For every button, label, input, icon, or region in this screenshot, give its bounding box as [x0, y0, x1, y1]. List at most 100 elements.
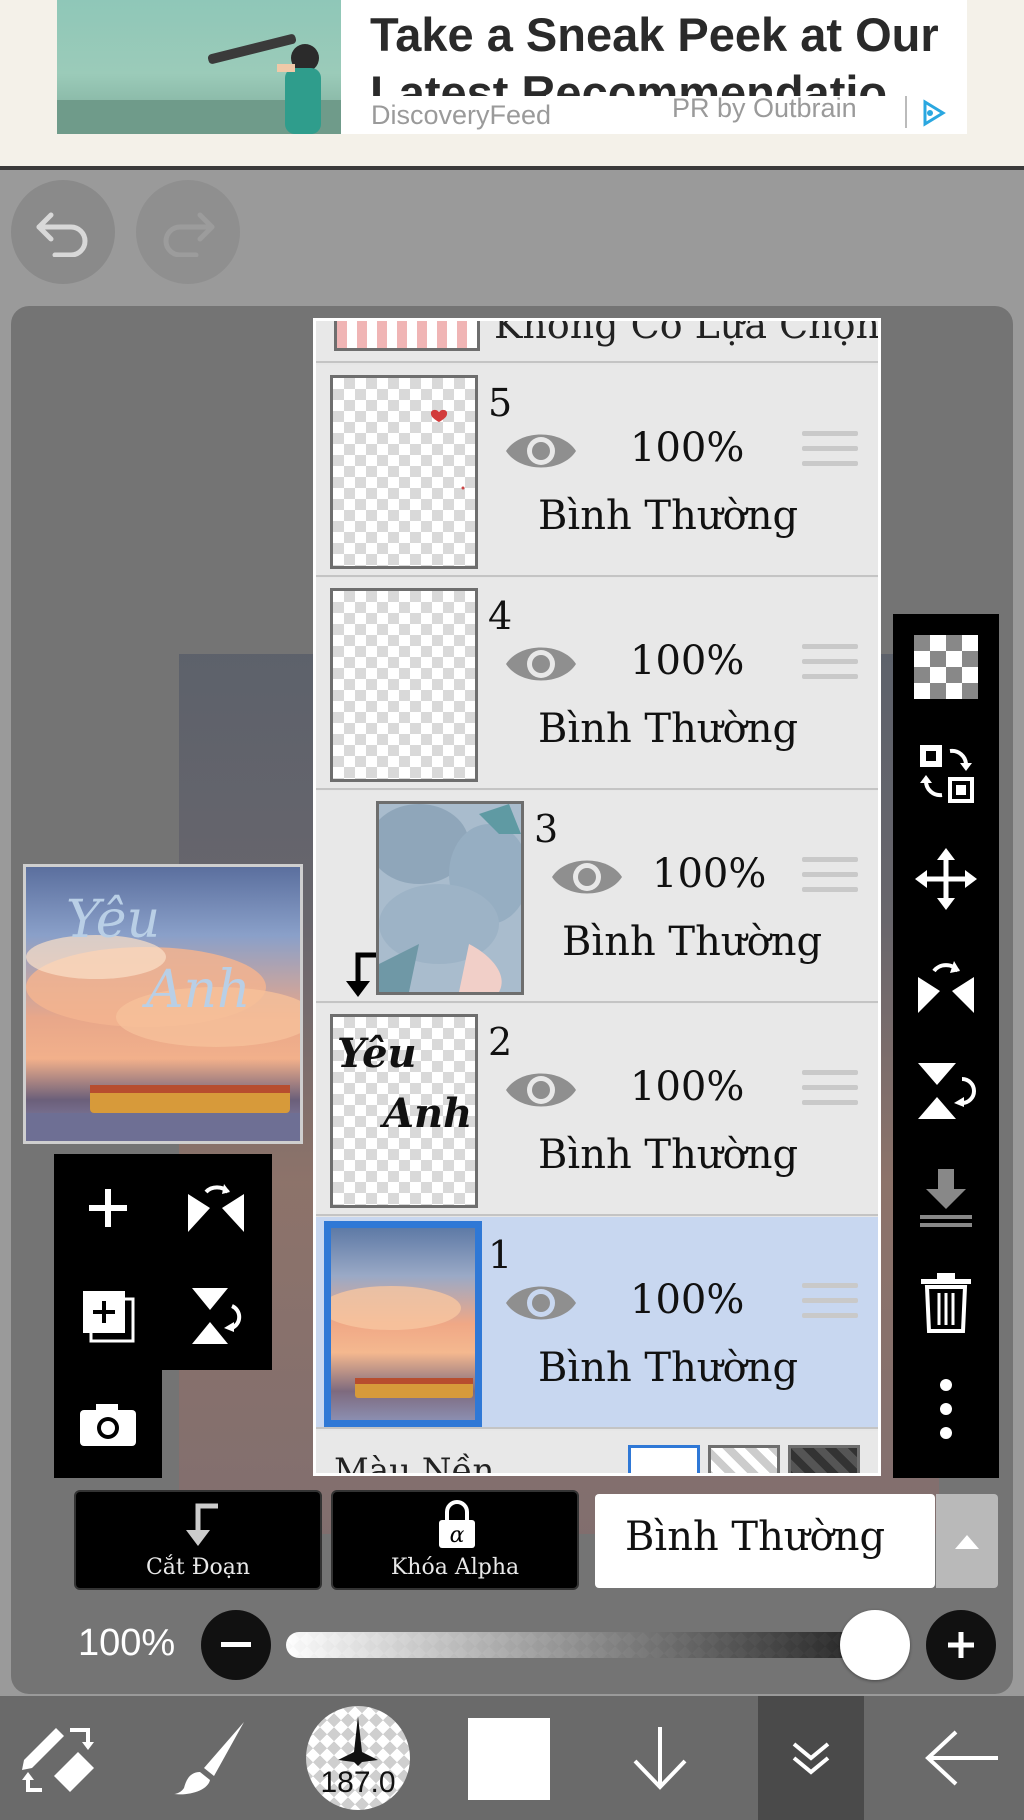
- flip-horizontal-rotate-button[interactable]: [162, 1154, 270, 1262]
- more-options-button[interactable]: [893, 1356, 999, 1462]
- undo-icon: [36, 212, 88, 257]
- merge-down-icon: [920, 1169, 972, 1227]
- add-copy-icon: [83, 1291, 135, 1343]
- ad-title[interactable]: Take a Sneak Peek at Our Latest Recommen…: [370, 6, 967, 96]
- flip-horizontal-button[interactable]: [893, 932, 999, 1038]
- clipping-icon: [186, 1503, 218, 1546]
- eye-icon[interactable]: [502, 425, 580, 477]
- move-icon: [915, 848, 977, 910]
- redo-button[interactable]: [136, 180, 240, 284]
- ad-separator: [905, 96, 907, 128]
- flip-vertical-rotate-button[interactable]: [162, 1262, 270, 1370]
- camera-icon: [80, 1404, 136, 1446]
- undo-button[interactable]: [11, 180, 115, 284]
- blend-mode-value: Bình Thường: [625, 1514, 886, 1560]
- layer-number: 1: [488, 1233, 513, 1277]
- brush-icon: [174, 1722, 244, 1795]
- flip-vertical-icon: [918, 1063, 976, 1119]
- trash-icon: [921, 1273, 971, 1333]
- adchoices-icon[interactable]: [919, 98, 949, 128]
- drag-handle-icon[interactable]: [802, 644, 858, 688]
- flip-vertical-button[interactable]: [893, 1038, 999, 1144]
- canvas-preview-thumbnail[interactable]: Yêu Anh: [23, 864, 303, 1144]
- background-white-swatch[interactable]: [628, 1445, 700, 1473]
- layer-opacity: 100%: [630, 1277, 745, 1323]
- opacity-decrease-button[interactable]: [201, 1610, 271, 1680]
- background-color-row[interactable]: Màu Nền: [316, 1431, 878, 1476]
- blend-mode-dropdown-button[interactable]: [936, 1494, 998, 1588]
- drag-handle-icon[interactable]: [802, 431, 858, 475]
- layer-opacity: 100%: [630, 1064, 745, 1110]
- svg-text:α: α: [450, 1523, 465, 1548]
- camera-pad: [54, 1370, 162, 1478]
- add-copy-layer-button[interactable]: [54, 1262, 162, 1370]
- opacity-label: 100%: [78, 1622, 176, 1664]
- selection-layer-thumbnail: [334, 321, 480, 351]
- alpha-lock-button[interactable]: α Khóa Alpha: [331, 1490, 579, 1590]
- opacity-slider-track[interactable]: [286, 1632, 906, 1658]
- background-transparent-swatch[interactable]: [708, 1445, 780, 1473]
- swap-icon: [920, 745, 974, 803]
- layer-blend-mode: Bình Thường: [538, 1132, 799, 1178]
- move-button[interactable]: [893, 826, 999, 932]
- layer-blend-mode: Bình Thường: [562, 919, 823, 965]
- brush-button[interactable]: [160, 1696, 260, 1820]
- eye-icon[interactable]: [502, 1064, 580, 1116]
- color-swatch[interactable]: [468, 1718, 550, 1800]
- layers-list[interactable]: Không Có Lựa Chọn 5 100% Bình Thường 4 1…: [313, 318, 881, 1476]
- background-label: Màu Nền: [334, 1451, 495, 1476]
- layer-row-4[interactable]: 4 100% Bình Thường: [316, 578, 878, 790]
- layer-row-3[interactable]: 3 100% Bình Thường: [316, 791, 878, 1003]
- layer-opacity: 100%: [652, 851, 767, 897]
- layer-number: 5: [488, 381, 513, 425]
- eye-icon[interactable]: [502, 638, 580, 690]
- layer-opacity: 100%: [630, 638, 745, 684]
- layer-blend-mode: Bình Thường: [538, 493, 799, 539]
- selection-layer-row[interactable]: Không Có Lựa Chọn: [316, 321, 878, 363]
- ad-banner[interactable]: Take a Sneak Peek at Our Latest Recommen…: [0, 0, 1024, 166]
- transparency-button[interactable]: [893, 614, 999, 720]
- brush-size-indicator[interactable]: 187.0: [306, 1706, 410, 1810]
- collapse-button[interactable]: [758, 1696, 864, 1820]
- svg-text:Anh: Anh: [379, 1090, 472, 1137]
- layer-row-5[interactable]: 5 100% Bình Thường: [316, 365, 878, 577]
- drag-handle-icon[interactable]: [802, 1283, 858, 1327]
- drag-handle-icon[interactable]: [802, 1070, 858, 1114]
- ad-pr-label[interactable]: PR by Outbrain: [672, 93, 857, 124]
- svg-text:Yêu: Yêu: [337, 1030, 417, 1077]
- layer-number: 2: [488, 1020, 513, 1064]
- layer-number: 3: [534, 807, 559, 851]
- layer-row-2[interactable]: Yêu Anh 2 100% Bình Thường: [316, 1004, 878, 1216]
- layer-thumbnail: [324, 1221, 482, 1427]
- merge-down-button[interactable]: [893, 1144, 999, 1250]
- background-dark-swatch[interactable]: [788, 1445, 860, 1473]
- delete-layer-button[interactable]: [893, 1250, 999, 1356]
- drag-handle-icon[interactable]: [802, 857, 858, 901]
- brush-size-value: 187.0: [320, 1766, 396, 1799]
- layer-blend-mode: Bình Thường: [538, 706, 799, 752]
- ad-card[interactable]: Take a Sneak Peek at Our Latest Recommen…: [57, 0, 967, 134]
- tool-switch-button[interactable]: [0, 1696, 120, 1820]
- layer-down-button[interactable]: [610, 1696, 710, 1820]
- layer-thumbnail: [376, 801, 524, 995]
- lock-icon: α: [439, 1500, 475, 1548]
- opacity-slider-knob[interactable]: [840, 1610, 910, 1680]
- layer-opacity: 100%: [630, 425, 745, 471]
- opacity-increase-button[interactable]: [926, 1610, 996, 1680]
- camera-button[interactable]: [54, 1370, 162, 1478]
- add-layer-button[interactable]: [54, 1154, 162, 1262]
- selection-layer-label: Không Có Lựa Chọn: [494, 321, 878, 347]
- back-button[interactable]: [900, 1696, 1024, 1820]
- eye-icon[interactable]: [502, 1277, 580, 1329]
- layer-number: 4: [488, 594, 513, 638]
- brush-tip-icon: [338, 1716, 378, 1766]
- arrow-left-icon: [925, 1730, 998, 1786]
- blend-mode-select[interactable]: Bình Thường: [595, 1494, 935, 1588]
- layer-right-toolbar: [893, 614, 999, 1478]
- more-vertical-icon: [940, 1379, 952, 1439]
- eye-icon[interactable]: [548, 851, 626, 903]
- clipping-button[interactable]: Cắt Đoạn: [74, 1490, 322, 1590]
- swap-layer-button[interactable]: [893, 720, 999, 826]
- layer-row-1[interactable]: 1 100% Bình Thường: [316, 1217, 878, 1429]
- minus-icon: [221, 1642, 251, 1647]
